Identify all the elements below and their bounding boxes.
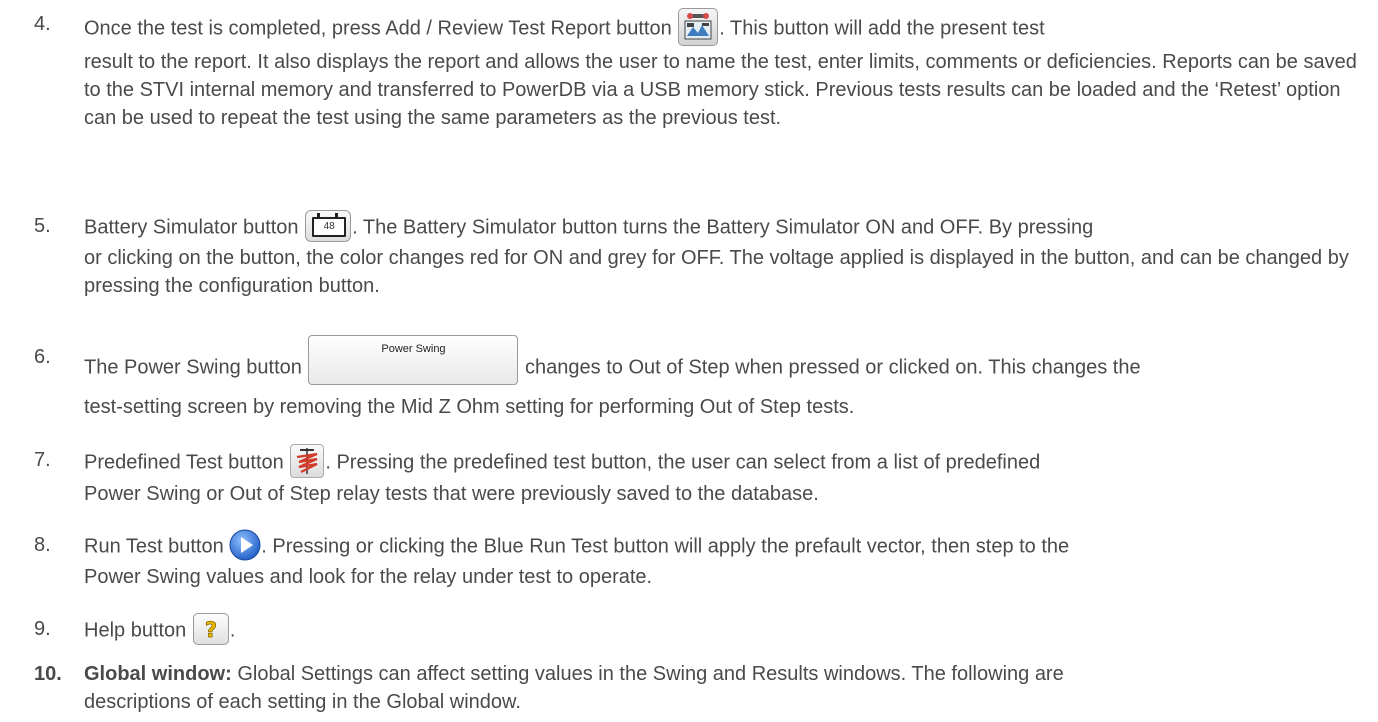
item-text-cont: changes to Out of Step when pressed or c… — [525, 356, 1141, 379]
help-icon: ? — [204, 618, 217, 643]
battery-simulator-icon: 48 — [312, 217, 347, 237]
svg-text:?: ? — [205, 618, 217, 642]
predefined-test-icon — [297, 448, 318, 474]
item-text: Run Test button . Pressing or clicking t… — [84, 529, 1364, 591]
item-text-cont: . — [229, 619, 236, 642]
add-review-test-report-button[interactable] — [678, 8, 719, 46]
power-swing-button-label: Power Swing — [381, 343, 446, 355]
help-button[interactable]: ? — [192, 613, 229, 645]
item-text-rest: or clicking on the button, the color cha… — [84, 247, 1349, 297]
run-test-button[interactable] — [229, 529, 261, 561]
item-text-start: Battery Simulator button — [84, 216, 299, 239]
item-text: Battery Simulator button 48 . The Batter… — [84, 210, 1364, 300]
item-text-cont: . This button will add the present test — [719, 17, 1045, 40]
item-text: Once the test is completed, press Add / … — [84, 8, 1364, 132]
power-swing-button[interactable]: Power Swing — [308, 335, 519, 385]
item-number: 6. — [34, 346, 51, 368]
item-text-rest: Power Swing values and look for the rela… — [84, 566, 653, 588]
item-number: 7. — [34, 449, 51, 471]
item-text-rest: result to the report. It also displays t… — [84, 51, 1357, 129]
item-number: 8. — [34, 534, 51, 556]
item-text: Help button ? . — [84, 613, 1364, 647]
item-text-start: Once the test is completed, press Add / … — [84, 17, 672, 40]
item-text-start: Predefined Test button — [84, 451, 284, 474]
item-text-start: Run Test button — [84, 535, 224, 558]
item-number: 9. — [34, 618, 51, 640]
item-text: Global window: Global Settings can affec… — [84, 660, 1364, 716]
item-text-start: Help button — [84, 619, 187, 642]
item-heading: Global window: — [84, 663, 232, 685]
run-test-icon — [229, 529, 261, 561]
add-review-test-report-icon — [684, 13, 712, 40]
battery-simulator-button[interactable]: 48 — [305, 210, 352, 242]
item-text-cont: . Pressing or clicking the Blue Run Test… — [261, 535, 1070, 558]
item-text-cont: . Pressing the predefined test button, t… — [325, 451, 1041, 474]
item-text-rest: Power Swing or Out of Step relay tests t… — [84, 483, 819, 505]
item-text: The Power Swing button Power Swing chang… — [84, 335, 1364, 421]
item-text-start: The Power Swing button — [84, 356, 302, 379]
item-text-rest: test-setting screen by removing the Mid … — [84, 396, 855, 418]
item-text-cont: . The Battery Simulator button turns the… — [352, 216, 1094, 239]
item-number: 5. — [34, 215, 51, 237]
predefined-test-button[interactable] — [290, 444, 325, 478]
item-number: 4. — [34, 13, 51, 35]
item-text: Predefined Test button . Pressing the pr… — [84, 444, 1364, 508]
item-text-cont: Global Settings can affect setting value… — [231, 663, 1064, 685]
item-text-rest: descriptions of each setting in the Glob… — [84, 691, 521, 713]
